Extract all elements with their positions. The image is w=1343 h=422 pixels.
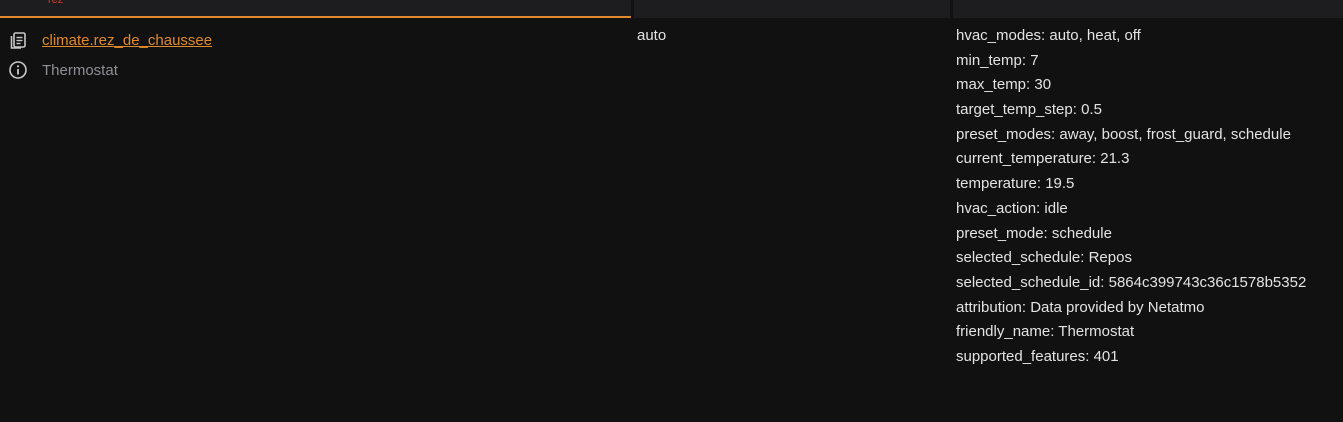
attribute-line: preset_mode: schedule <box>956 224 1112 242</box>
attribute-line: friendly_name: Thermostat <box>956 323 1135 341</box>
attribute-line: hvac_modes: auto, heat, off <box>956 27 1141 44</box>
attribute-line: max_temp: 30 <box>956 76 1052 94</box>
attributes-filter-header[interactable] <box>953 0 1343 18</box>
entity-id-row: climate.rez_de_chaussee <box>0 27 631 53</box>
entity-filter-header[interactable]: rez <box>0 0 631 18</box>
attribute-line: preset_modes: away, boost, frost_guard, … <box>956 125 1291 143</box>
attribute-line: temperature: 19.5 <box>956 175 1075 193</box>
attributes-column: hvac_modes: auto, heat, off min_temp: 7 … <box>956 27 1341 373</box>
entity-filter-text: rez <box>48 0 64 6</box>
attribute-line: current_temperature: 21.3 <box>956 150 1130 168</box>
entity-friendly-name: Thermostat <box>42 61 118 79</box>
entity-column: climate.rez_de_chaussee Thermostat <box>0 27 631 83</box>
clipboard-copy-icon[interactable] <box>8 30 28 50</box>
state-filter-header[interactable] <box>634 0 950 18</box>
states-table: rez climate.rez_de_chaussee Thermostat a… <box>0 0 1343 422</box>
attribute-line: min_temp: 7 <box>956 51 1039 69</box>
info-circle-icon[interactable] <box>8 60 28 80</box>
attribute-line: attribution: Data provided by Netatmo <box>956 298 1205 316</box>
entity-state: auto <box>637 27 667 44</box>
attribute-line: selected_schedule_id: 5864c399743c36c157… <box>956 273 1307 291</box>
entity-id-link[interactable]: climate.rez_de_chaussee <box>42 32 212 49</box>
attribute-line: target_temp_step: 0.5 <box>956 101 1102 119</box>
friendly-name-row: Thermostat <box>0 57 631 83</box>
attribute-line: selected_schedule: Repos <box>956 249 1132 267</box>
attribute-line: supported_features: 401 <box>956 347 1119 365</box>
table-header: rez <box>0 0 1343 18</box>
state-column: auto <box>637 27 947 45</box>
attribute-line: hvac_action: idle <box>956 199 1068 217</box>
